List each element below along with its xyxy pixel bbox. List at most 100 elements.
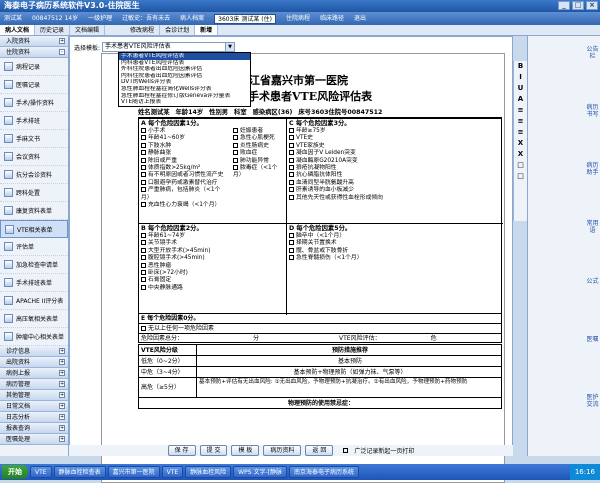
- checkbox[interactable]: [141, 240, 146, 246]
- checkbox[interactable]: [141, 165, 146, 171]
- sidebar-item[interactable]: 跨科处置: [0, 184, 68, 202]
- taskbar-item[interactable]: VTE: [161, 466, 184, 478]
- checkbox[interactable]: [289, 172, 294, 178]
- format-tool-button[interactable]: ≡: [514, 116, 527, 127]
- checkbox[interactable]: [141, 150, 146, 156]
- sidebar-section[interactable]: 日常文档 +: [0, 401, 68, 412]
- template-option[interactable]: VTE随访上报表: [119, 99, 250, 106]
- checkbox[interactable]: [141, 179, 146, 185]
- checkbox[interactable]: [232, 135, 238, 141]
- checkbox[interactable]: [232, 165, 238, 171]
- checkbox[interactable]: [141, 187, 146, 193]
- exit-button[interactable]: 退出: [354, 12, 366, 25]
- template-button[interactable]: 模 板: [231, 445, 260, 456]
- taskbar-item[interactable]: WPS 文字-[静脉: [233, 466, 287, 478]
- format-tool-button[interactable]: ≡: [514, 127, 527, 138]
- sidebar-section[interactable]: 日志分析 +: [0, 412, 68, 423]
- checkbox[interactable]: [141, 247, 146, 253]
- sidebar-item[interactable]: 高压氧相关表单: [0, 310, 68, 328]
- right-panel-tab[interactable]: 病历书写: [586, 104, 599, 118]
- checkbox[interactable]: [141, 172, 146, 178]
- maximize-button[interactable]: □: [572, 1, 584, 10]
- subtab-edit-course[interactable]: 修改病程: [125, 25, 161, 35]
- sidebar-item[interactable]: 手术排班: [0, 112, 68, 130]
- sidebar-section-inpatient[interactable]: 住院资料 -: [0, 47, 68, 58]
- template-option[interactable]: 内科患者VTE风险评估表: [119, 60, 250, 67]
- right-panel-tab[interactable]: 公式: [586, 278, 599, 285]
- checkbox[interactable]: [289, 187, 294, 193]
- checkbox[interactable]: [232, 142, 238, 148]
- new-page-checkbox[interactable]: [343, 448, 349, 453]
- taskbar-item[interactable]: 南京海泰电子病历系统: [288, 466, 359, 478]
- sidebar-section-admission[interactable]: 入院资料 +: [0, 36, 68, 47]
- checkbox[interactable]: [289, 128, 294, 133]
- sidebar-item[interactable]: 手术排班表单: [0, 274, 68, 292]
- checkbox[interactable]: [289, 165, 294, 171]
- template-option[interactable]: 急性肺血栓栓塞症修订版Geneva评分量表: [119, 93, 250, 100]
- close-button[interactable]: ×: [586, 1, 598, 10]
- right-panel-tab[interactable]: 医嘱: [586, 336, 599, 343]
- back-button[interactable]: 返 回: [305, 445, 334, 456]
- template-option[interactable]: DVT的Wells评分表: [119, 79, 250, 86]
- checkbox[interactable]: [141, 135, 146, 141]
- format-tool-button[interactable]: I: [514, 72, 527, 83]
- checkbox[interactable]: [141, 128, 146, 133]
- checkbox[interactable]: [141, 233, 146, 238]
- checkbox[interactable]: [289, 247, 294, 253]
- patient-record-button[interactable]: 病人档案: [180, 12, 204, 25]
- checkbox[interactable]: [289, 255, 294, 261]
- tab-patient-docs[interactable]: 病人文档: [0, 25, 36, 35]
- checkbox[interactable]: [141, 262, 146, 268]
- template-select[interactable]: 手术患者VTE风险评估表 ▼: [102, 42, 236, 52]
- checkbox[interactable]: [232, 128, 238, 133]
- checkbox[interactable]: [141, 202, 146, 208]
- right-panel-tab[interactable]: 公告栏: [586, 46, 599, 60]
- save-button[interactable]: 保 存: [167, 445, 196, 456]
- checkbox[interactable]: [141, 270, 146, 276]
- sidebar-item[interactable]: 肿瘤中心相关表单: [0, 328, 68, 346]
- sidebar-item[interactable]: APACHE II评分表: [0, 292, 68, 310]
- checkbox[interactable]: [289, 142, 294, 148]
- checkbox[interactable]: [141, 255, 146, 261]
- checkbox[interactable]: [289, 135, 294, 141]
- checkbox[interactable]: [141, 326, 146, 331]
- chevron-down-icon[interactable]: ▼: [225, 43, 235, 51]
- sidebar-section[interactable]: 病例上报 +: [0, 368, 68, 379]
- sidebar-section[interactable]: 其他管理 +: [0, 390, 68, 401]
- format-tool-button[interactable]: X: [514, 149, 527, 160]
- taskbar-item[interactable]: 嘉兴市第一医院: [107, 466, 160, 478]
- checkbox[interactable]: [141, 157, 146, 163]
- format-tool-button[interactable]: □: [514, 160, 527, 171]
- format-tool-button[interactable]: ≡: [514, 105, 527, 116]
- format-tool-button[interactable]: □: [514, 171, 527, 182]
- checkbox[interactable]: [289, 233, 294, 238]
- checkbox[interactable]: [289, 157, 294, 163]
- sidebar-section[interactable]: 报表查询 +: [0, 423, 68, 434]
- minimize-button[interactable]: _: [558, 1, 570, 10]
- taskbar-item[interactable]: VTE: [30, 466, 52, 478]
- sidebar-section[interactable]: 病历管理 +: [0, 379, 68, 390]
- sidebar-item[interactable]: 抗分会诊资料: [0, 166, 68, 184]
- template-option[interactable]: 外科住院患者出血危险因素评估: [119, 66, 250, 73]
- sidebar-item[interactable]: 手麻文书: [0, 130, 68, 148]
- checkbox[interactable]: [289, 194, 294, 200]
- right-panel-tab[interactable]: 病历助手: [586, 162, 599, 176]
- right-panel-tab[interactable]: 医护交流: [586, 394, 599, 408]
- template-option[interactable]: 急性肺血栓栓塞症简化Wells评分表: [119, 86, 250, 93]
- template-option[interactable]: 内科住院患者出血危险因素评估: [119, 73, 250, 80]
- checkbox[interactable]: [289, 179, 294, 185]
- subtab-consult[interactable]: 会诊计划: [160, 25, 196, 35]
- records-button[interactable]: 病历资料: [263, 445, 302, 456]
- sidebar-item[interactable]: 康复资料表单: [0, 202, 68, 220]
- sidebar-section[interactable]: 医嘱处理 +: [0, 434, 68, 445]
- taskbar-item[interactable]: 静脉血栓风险: [185, 466, 232, 478]
- checkbox[interactable]: [141, 284, 146, 290]
- format-tool-button[interactable]: A: [514, 94, 527, 105]
- checkbox[interactable]: [289, 240, 294, 246]
- checkbox[interactable]: [232, 150, 238, 156]
- sidebar-item[interactable]: 病程记录: [0, 58, 68, 76]
- start-button[interactable]: 开始: [2, 465, 28, 479]
- sidebar-item[interactable]: 会议资料: [0, 148, 68, 166]
- format-tool-button[interactable]: X: [514, 138, 527, 149]
- sidebar-item[interactable]: 加急检查申请单: [0, 256, 68, 274]
